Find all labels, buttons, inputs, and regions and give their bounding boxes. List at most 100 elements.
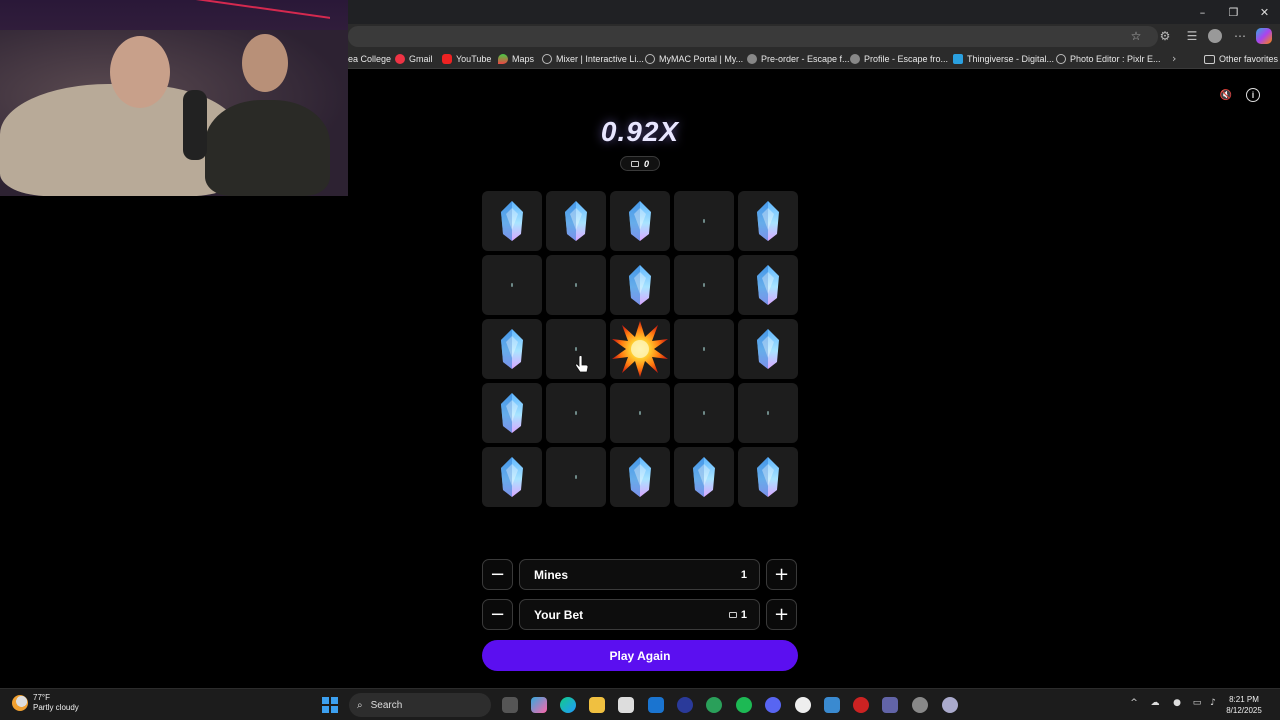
gem-icon [565,201,587,241]
bookmark-pixlr[interactable]: Photo Editor : Pixlr E... [1056,52,1161,66]
taskbar-clock[interactable]: 8:21 PM 8/12/2025 [1222,694,1266,716]
bookmark-label: Maps [512,54,535,64]
tile-r2-c3-gem[interactable] [610,255,670,315]
other-favorites[interactable]: Other favorites [1204,52,1278,66]
game-icon [747,54,757,64]
gem-icon [757,201,779,241]
bookmark-thingiverse[interactable]: Thingiverse - Digital... [953,52,1054,66]
minimize-button[interactable]: – [1187,0,1218,24]
close-button[interactable]: ✕ [1249,0,1280,24]
more-menu-icon[interactable]: ⋯ [1232,28,1248,44]
balance-value: 0 [643,158,649,169]
mines-label: Mines [534,567,569,582]
youtube-icon [442,54,452,64]
tile-r2-c2-hidden[interactable] [546,255,606,315]
taskbar-search[interactable]: ⌕ Search [349,693,491,717]
spotify-icon[interactable] [736,697,752,713]
play-again-button[interactable]: Play Again [482,640,798,671]
bookmark-youtube[interactable]: YouTube [442,52,491,66]
globe-icon [645,54,655,64]
bet-field[interactable]: Your Bet 1 [519,599,760,630]
photos-icon[interactable] [824,697,840,713]
gmail-icon [395,54,405,64]
bookmark-label: ea College [348,54,392,64]
mines-value: 1 [740,568,747,581]
copilot-app-icon[interactable] [531,697,547,713]
tray-chevron-icon[interactable]: ^ [1128,697,1140,709]
task-view-icon[interactable] [502,697,518,713]
mines-increase-button[interactable]: + [766,559,797,590]
bookmark-gmail[interactable]: Gmail [395,52,433,66]
tile-r5-c5-gem[interactable] [738,447,798,507]
tile-r1-c4-hidden[interactable] [674,191,734,251]
tile-r5-c3-gem[interactable] [610,447,670,507]
weather-temp: 77°F [33,693,50,702]
store-icon[interactable] [618,697,634,713]
gem-icon [501,201,523,241]
mines-decrease-button[interactable]: − [482,559,513,590]
discord-icon[interactable] [765,697,781,713]
copilot-icon[interactable] [1256,28,1272,44]
tile-r2-c5-gem[interactable] [738,255,798,315]
tile-r4-c4-hidden[interactable] [674,383,734,443]
bookmark-profile[interactable]: Profile - Escape fro... [850,52,948,66]
app-icon[interactable] [677,697,693,713]
outlook-icon[interactable] [648,697,664,713]
bookmark-mixer[interactable]: Mixer | Interactive Li... [542,52,644,66]
bookmark-preorder[interactable]: Pre-order - Escape f... [747,52,850,66]
file-explorer-icon[interactable] [589,697,605,713]
bookmark-maps[interactable]: Maps [498,52,534,66]
tile-r4-c5-hidden[interactable] [738,383,798,443]
volume-icon[interactable]: ♪ [1207,697,1219,709]
webcam-person-right-head [242,34,288,92]
gem-icon [501,457,523,497]
weather-widget[interactable]: 77°F Partly cloudy [12,693,79,713]
tile-r2-c4-hidden[interactable] [674,255,734,315]
tile-r5-c4-gem[interactable] [674,447,734,507]
explosion-icon [612,321,668,377]
tile-r4-c3-hidden[interactable] [610,383,670,443]
tile-r2-c1-hidden[interactable] [482,255,542,315]
bet-decrease-button[interactable]: − [482,599,513,630]
hand-cursor-icon [575,356,589,373]
bet-label: Your Bet [534,607,584,622]
bookmark-mymac[interactable]: MyMAC Portal | My... [645,52,743,66]
favorites-icon[interactable]: ☰ [1184,28,1200,44]
edge-icon[interactable] [560,697,576,713]
tile-r5-c1-gem[interactable] [482,447,542,507]
tile-r1-c2-gem[interactable] [546,191,606,251]
tile-r4-c1-gem[interactable] [482,383,542,443]
tile-r1-c1-gem[interactable] [482,191,542,251]
app-red-icon[interactable] [853,697,869,713]
sound-toggle-icon[interactable]: 🔇 [1219,88,1233,102]
info-icon[interactable]: i [1246,88,1260,102]
tile-r4-c2-hidden[interactable] [546,383,606,443]
upwork-icon[interactable] [706,697,722,713]
game-icon [850,54,860,64]
teams-icon[interactable] [882,697,898,713]
bet-increase-button[interactable]: + [766,599,797,630]
settings-icon[interactable] [942,697,958,713]
mines-field[interactable]: Mines 1 [519,559,760,590]
gem-icon [501,329,523,369]
bookmark-college[interactable]: ea College [348,52,391,66]
microphone-icon[interactable]: ● [1171,697,1183,709]
chrome-icon[interactable] [912,697,928,713]
network-icon[interactable]: ▭ [1191,697,1203,709]
tile-r5-c2-hidden[interactable] [546,447,606,507]
extensions-icon[interactable]: ⚙ [1157,28,1173,44]
tile-r3-c3-mine[interactable] [610,319,670,379]
onedrive-icon[interactable]: ☁ [1149,697,1161,709]
tile-r3-c4-hidden[interactable] [674,319,734,379]
tile-r3-c5-gem[interactable] [738,319,798,379]
url-field[interactable] [348,26,1158,47]
tile-r1-c3-gem[interactable] [610,191,670,251]
profile-avatar[interactable] [1208,29,1222,43]
steam-icon[interactable] [795,697,811,713]
restore-button[interactable]: ❐ [1218,0,1249,24]
start-button-icon[interactable] [322,697,338,713]
tile-r3-c1-gem[interactable] [482,319,542,379]
star-icon[interactable]: ☆ [1128,28,1144,44]
tile-r1-c5-gem[interactable] [738,191,798,251]
bookmarks-overflow-chevron-icon[interactable]: › [1172,52,1176,65]
